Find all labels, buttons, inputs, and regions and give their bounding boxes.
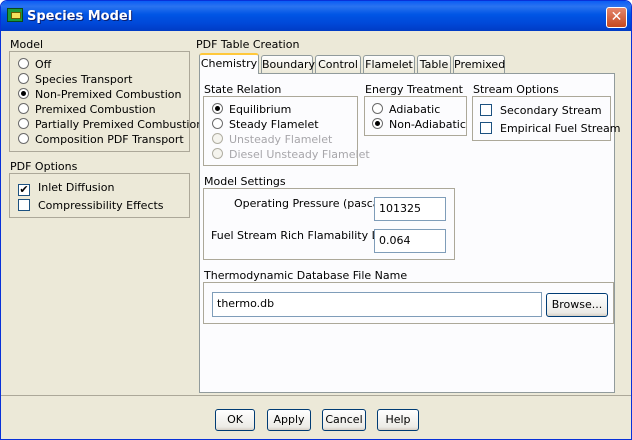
- option-label: Equilibrium: [229, 103, 292, 116]
- thermo-db-title: Thermodynamic Database File Name: [204, 269, 408, 282]
- model-option-partially-premixed-combustion[interactable]: Partially Premixed Combustion: [18, 117, 203, 132]
- radio-button[interactable]: [18, 73, 29, 84]
- help-button[interactable]: Help: [377, 409, 419, 431]
- option-label: Unsteady Flamelet: [229, 133, 333, 146]
- energy-treatment-adiabatic[interactable]: Adiabatic: [372, 102, 440, 117]
- option-label: Composition PDF Transport: [35, 133, 184, 146]
- radio-button: [212, 133, 223, 144]
- stream-options-title: Stream Options: [473, 83, 559, 96]
- radio-button[interactable]: [212, 103, 223, 114]
- model-option-off[interactable]: Off: [18, 57, 51, 72]
- species-model-dialog: Species Model ✕ Model Off Species Transpo…: [0, 0, 632, 440]
- option-label: Secondary Stream: [500, 104, 602, 117]
- model-option-non-premixed-combustion[interactable]: Non-Premixed Combustion: [18, 87, 181, 102]
- close-button[interactable]: ✕: [606, 7, 627, 28]
- option-label: Adiabatic: [389, 103, 441, 116]
- tab-flamelet[interactable]: Flamelet: [363, 55, 415, 73]
- option-label: Steady Flamelet: [229, 118, 319, 131]
- pdf-table-title: PDF Table Creation: [196, 38, 300, 51]
- energy-treatment-non-adiabatic[interactable]: Non-Adiabatic: [372, 117, 466, 132]
- option-label: Inlet Diffusion: [38, 181, 115, 194]
- radio-button[interactable]: [18, 58, 29, 69]
- radio-button[interactable]: [372, 118, 383, 129]
- footer-separator: [1, 395, 631, 396]
- model-option-composition-pdf-transport[interactable]: Composition PDF Transport: [18, 132, 184, 147]
- option-label: Premixed Combustion: [35, 103, 156, 116]
- state-relation-unsteady-flamelet: Unsteady Flamelet: [212, 132, 332, 147]
- checkbox-checked[interactable]: ✔: [18, 184, 30, 196]
- state-relation-diesel-unsteady-flamelet: Diesel Unsteady Flamelet: [212, 147, 370, 162]
- radio-button[interactable]: [18, 133, 29, 144]
- operating-pressure-input[interactable]: 101325: [374, 197, 446, 221]
- model-option-species-transport[interactable]: Species Transport: [18, 72, 132, 87]
- pdf-options-title: PDF Options: [10, 160, 78, 173]
- state-relation-steady-flamelet[interactable]: Steady Flamelet: [212, 117, 319, 132]
- model-group-title: Model: [10, 38, 44, 51]
- tab-chemistry[interactable]: Chemistry: [199, 53, 259, 74]
- option-label: Partially Premixed Combustion: [35, 118, 204, 131]
- title-bar[interactable]: Species Model ✕: [1, 1, 631, 31]
- option-label: Non-Premixed Combustion: [35, 88, 182, 101]
- tab-control[interactable]: Control: [315, 55, 361, 73]
- option-label: Non-Adiabatic: [389, 118, 466, 131]
- checkbox[interactable]: [480, 104, 492, 116]
- model-settings-title: Model Settings: [204, 175, 286, 188]
- option-label: Species Transport: [35, 73, 133, 86]
- radio-button[interactable]: [372, 103, 383, 114]
- pdf-option-inlet-diffusion[interactable]: ✔ Inlet Diffusion: [18, 180, 115, 196]
- rich-limit-input[interactable]: 0.064: [374, 229, 446, 253]
- option-label: Diesel Unsteady Flamelet: [229, 148, 370, 161]
- cancel-button[interactable]: Cancel: [322, 409, 366, 431]
- model-option-premixed-combustion[interactable]: Premixed Combustion: [18, 102, 156, 117]
- option-label: Empirical Fuel Stream: [500, 122, 621, 135]
- stream-option-empirical-fuel-stream[interactable]: Empirical Fuel Stream: [480, 121, 620, 136]
- thermo-db-file-input[interactable]: thermo.db: [212, 292, 542, 317]
- radio-button[interactable]: [18, 88, 29, 99]
- app-icon: [7, 8, 23, 22]
- energy-treatment-title: Energy Treatment: [365, 83, 463, 96]
- operating-pressure-label: Operating Pressure (pascal): [234, 197, 387, 210]
- radio-button[interactable]: [18, 118, 29, 129]
- tab-table[interactable]: Table: [417, 55, 451, 73]
- pdf-option-compressibility-effects[interactable]: Compressibility Effects: [18, 198, 164, 213]
- tab-premixed[interactable]: Premixed: [453, 55, 505, 73]
- stream-option-secondary-stream[interactable]: Secondary Stream: [480, 103, 602, 118]
- browse-button[interactable]: Browse...: [546, 293, 608, 317]
- radio-button[interactable]: [212, 118, 223, 129]
- state-relation-equilibrium[interactable]: Equilibrium: [212, 102, 291, 117]
- rich-limit-label: Fuel Stream Rich Flamability Limit: [211, 229, 399, 242]
- checkbox[interactable]: [480, 122, 492, 134]
- state-relation-title: State Relation: [204, 83, 282, 96]
- window-title: Species Model: [27, 9, 133, 24]
- radio-button[interactable]: [18, 103, 29, 114]
- checkbox[interactable]: [18, 199, 30, 211]
- tab-boundary[interactable]: Boundary: [261, 55, 315, 73]
- radio-button: [212, 148, 223, 159]
- apply-button[interactable]: Apply: [267, 409, 311, 431]
- ok-button[interactable]: OK: [215, 409, 255, 431]
- option-label: Off: [35, 58, 52, 71]
- option-label: Compressibility Effects: [38, 199, 164, 212]
